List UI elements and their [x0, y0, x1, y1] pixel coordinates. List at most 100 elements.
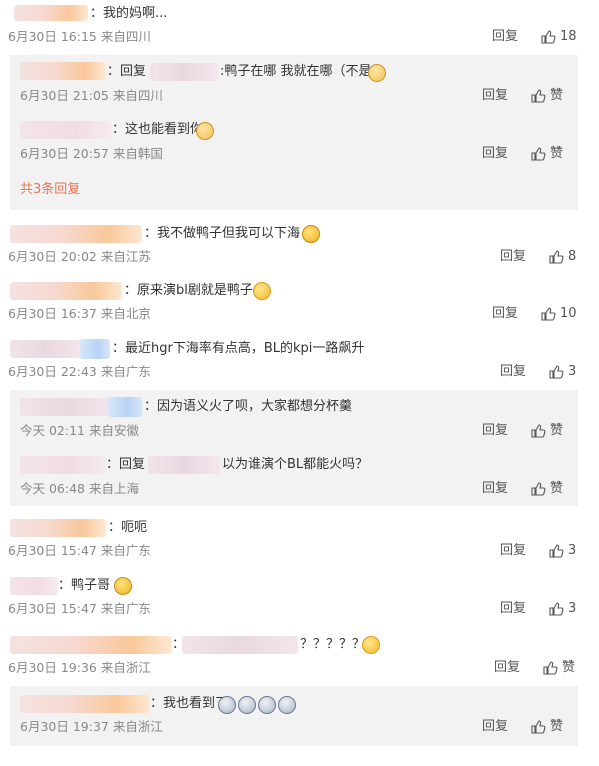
reply-button[interactable]: 回复 [482, 480, 508, 498]
sub-reply-text-cont: :鸭子在哪 我就在哪（不是 [220, 64, 372, 79]
comment-meta: 6月30日 15:47 来自广东 [8, 601, 151, 616]
comment-text: ：原来演bl剧就是鸭子 [124, 283, 253, 298]
sub-reply-meta: 今天 06:48 来自上海 [20, 481, 139, 496]
reply-button[interactable]: 回复 [500, 363, 526, 381]
username-blurred[interactable] [10, 225, 142, 243]
comment-meta: 6月30日 16:37 来自北京 [8, 306, 151, 321]
reply-target-blurred[interactable] [148, 456, 220, 474]
username-blurred[interactable] [20, 62, 106, 80]
username-blurred[interactable] [14, 5, 88, 21]
skull-emoji-icon [278, 696, 296, 714]
comment-item: ：我的妈啊... 6月30日 16:15 来自四川 回复 18 [0, 0, 599, 48]
skull-emoji-icon [238, 696, 256, 714]
like-label: 赞 [550, 423, 564, 438]
reply-button[interactable]: 回复 [492, 305, 518, 323]
reply-target-blurred[interactable] [150, 63, 218, 81]
sub-reply-meta: 今天 02:11 来自安徽 [20, 423, 139, 438]
like-button[interactable]: 3 [548, 542, 576, 560]
username-blurred[interactable] [10, 282, 122, 300]
username-blurred[interactable] [20, 695, 150, 713]
like-count: 8 [568, 249, 577, 264]
username-blurred[interactable] [10, 636, 172, 654]
like-button[interactable]: 赞 [530, 145, 563, 163]
comment-item: ：呃呃 6月30日 15:47 来自广东 回复 3 [0, 512, 599, 564]
thumbs-up-icon [541, 307, 556, 321]
like-button[interactable]: 赞 [530, 718, 563, 736]
surprised-emoji-icon [362, 636, 380, 654]
like-count: 18 [560, 29, 577, 44]
comment-meta: 6月30日 16:15 来自四川 [8, 29, 151, 44]
username-blurred[interactable] [10, 577, 58, 595]
sub-reply-meta: 6月30日 20:57 来自韩国 [20, 146, 163, 161]
like-count: 3 [568, 543, 577, 558]
mention-blurred[interactable] [182, 636, 298, 654]
thumbs-up-icon [549, 602, 564, 616]
like-button[interactable]: 3 [548, 363, 576, 381]
reply-button[interactable]: 回复 [500, 542, 526, 560]
like-count: 10 [560, 306, 577, 321]
thumbs-up-icon [531, 89, 546, 103]
username-blurred[interactable] [80, 339, 110, 359]
like-count: 3 [568, 601, 577, 616]
like-button[interactable]: 赞 [530, 87, 563, 105]
thumbs-up-icon [531, 720, 546, 734]
comment-item: ：原来演bl剧就是鸭子 6月30日 16:37 来自北京 回复 10 [0, 275, 599, 327]
reply-button[interactable]: 回复 [494, 659, 520, 677]
username-blurred[interactable] [20, 456, 106, 474]
like-button[interactable]: 10 [540, 305, 577, 323]
reply-button[interactable]: 回复 [500, 248, 526, 266]
thumbs-up-icon [543, 661, 558, 675]
reply-button[interactable]: 回复 [482, 87, 508, 105]
thumbs-up-icon [541, 30, 556, 44]
like-label: 赞 [550, 146, 564, 161]
thumbs-up-icon [549, 250, 564, 264]
comment-item: ：最近hgr下海率有点高，BL的kpi一路飙升 6月30日 22:43 来自广东… [0, 333, 599, 385]
username-blurred[interactable] [20, 121, 112, 139]
like-button[interactable]: 3 [548, 600, 576, 618]
like-button[interactable]: 赞 [530, 480, 563, 498]
like-button[interactable]: 8 [548, 248, 576, 266]
sub-replies: ：因为语义火了呗，大家都想分杯羹 今天 02:11 来自安徽 回复 赞 ：回复 … [10, 390, 578, 506]
reply-button[interactable]: 回复 [482, 718, 508, 736]
skull-emoji-icon [218, 696, 236, 714]
thumbs-up-icon [531, 424, 546, 438]
like-label: 赞 [562, 660, 576, 675]
username-blurred[interactable] [10, 340, 82, 358]
like-button[interactable]: 18 [540, 28, 577, 46]
comment-meta: 6月30日 15:47 来自广东 [8, 543, 151, 558]
username-blurred[interactable] [10, 519, 106, 537]
reply-button[interactable]: 回复 [482, 145, 508, 163]
username-blurred[interactable] [108, 397, 142, 417]
cat-emoji-icon [368, 64, 386, 82]
sub-reply-text-cont: 以为谁演个BL都能火吗？ [222, 457, 369, 472]
reply-button[interactable]: 回复 [500, 600, 526, 618]
skull-emoji-icon [258, 696, 276, 714]
crying-emoji-icon [302, 225, 320, 243]
comment-text: ：最近hgr下海率有点高，BL的kpi一路飙升 [112, 341, 365, 356]
sub-reply-text: ：这也能看到你 [112, 122, 204, 137]
thumbs-up-icon [531, 147, 546, 161]
reply-button[interactable]: 回复 [492, 28, 518, 46]
like-count: 3 [568, 364, 577, 379]
comment-item: ：我不做鸭子但我可以下海 6月30日 20:02 来自江苏 回复 8 [0, 218, 599, 268]
comment-text: ：呃呃 [108, 520, 148, 535]
cat-emoji-icon [196, 122, 214, 140]
sub-reply-meta: 6月30日 21:05 来自四川 [20, 88, 163, 103]
comment-meta: 6月30日 22:43 来自广东 [8, 364, 151, 379]
sub-reply-text: ：因为语义火了呗，大家都想分杯羹 [144, 399, 353, 414]
sub-reply-text: ：回复 [106, 457, 146, 472]
crying-emoji-icon [114, 577, 132, 595]
comment-meta: 6月30日 19:36 来自浙江 [8, 660, 151, 675]
thumbs-up-icon [531, 482, 546, 496]
surprised-emoji-icon [253, 282, 271, 300]
sub-replies: ：回复 :鸭子在哪 我就在哪（不是 6月30日 21:05 来自四川 回复 赞 … [10, 55, 578, 210]
reply-button[interactable]: 回复 [482, 422, 508, 440]
comment-text: ：我不做鸭子但我可以下海 [144, 226, 301, 241]
username-blurred[interactable] [20, 398, 112, 416]
sub-reply-meta: 6月30日 19:37 来自浙江 [20, 719, 163, 734]
like-button[interactable]: 赞 [530, 422, 563, 440]
thumbs-up-icon [549, 365, 564, 379]
more-replies-link[interactable]: 共3条回复 [20, 181, 80, 199]
comment-text: ：鸭子哥 [58, 578, 111, 593]
like-button[interactable]: 赞 [542, 659, 575, 677]
